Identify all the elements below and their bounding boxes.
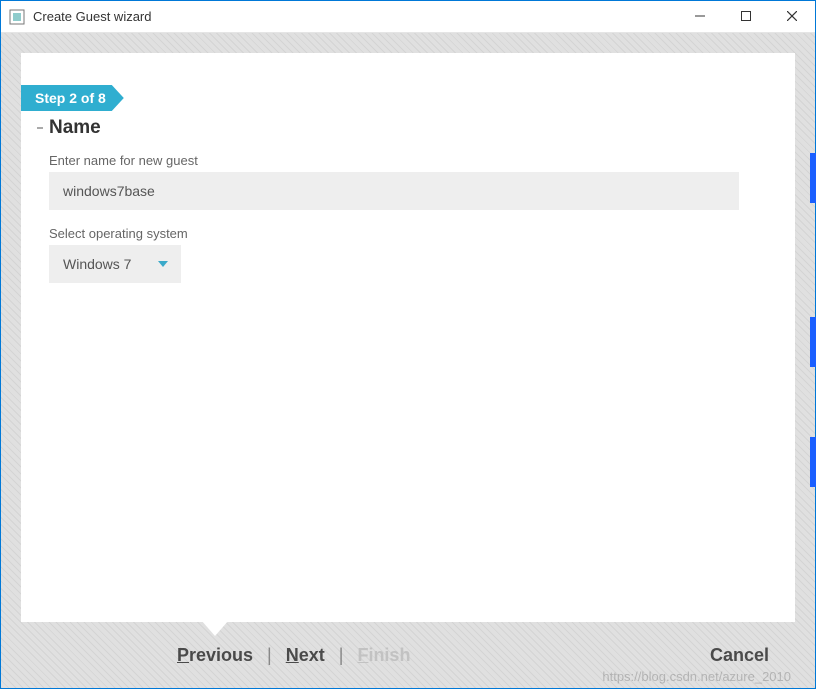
os-group: Select operating system Windows 7 [49, 226, 779, 283]
wizard-footer: Previous | Next | Finish Cancel [1, 622, 815, 688]
previous-button[interactable]: Previous [171, 641, 259, 670]
close-button[interactable] [769, 1, 815, 31]
window-controls [677, 1, 815, 32]
wizard-body: Step 2 of 8 Name Enter name for new gues… [1, 33, 815, 688]
guest-name-input[interactable] [49, 172, 739, 210]
cancel-button[interactable]: Cancel [704, 641, 775, 670]
chevron-down-icon [157, 258, 169, 270]
decoration [810, 153, 816, 203]
decoration [810, 437, 816, 487]
wizard-window: Create Guest wizard Step 2 of 8 Name Ent… [0, 0, 816, 689]
guest-name-label: Enter name for new guest [49, 153, 779, 168]
os-select-value: Windows 7 [63, 256, 131, 272]
decoration [810, 317, 816, 367]
window-title: Create Guest wizard [33, 9, 152, 24]
divider: | [339, 645, 344, 666]
finish-button: Finish [351, 641, 416, 670]
step-badge: Step 2 of 8 [21, 85, 124, 111]
titlebar: Create Guest wizard [1, 1, 815, 33]
os-select[interactable]: Windows 7 [49, 245, 181, 283]
app-icon [9, 9, 25, 25]
maximize-button[interactable] [723, 1, 769, 31]
os-label: Select operating system [49, 226, 779, 241]
content-card: Step 2 of 8 Name Enter name for new gues… [21, 53, 795, 622]
divider: | [267, 645, 272, 666]
nav-group: Previous | Next | Finish [171, 641, 416, 670]
minimize-button[interactable] [677, 1, 723, 31]
guest-name-group: Enter name for new guest [49, 153, 779, 210]
next-button[interactable]: Next [280, 641, 331, 670]
callout-pointer-icon [201, 620, 229, 636]
section-title: Name [49, 117, 779, 139]
